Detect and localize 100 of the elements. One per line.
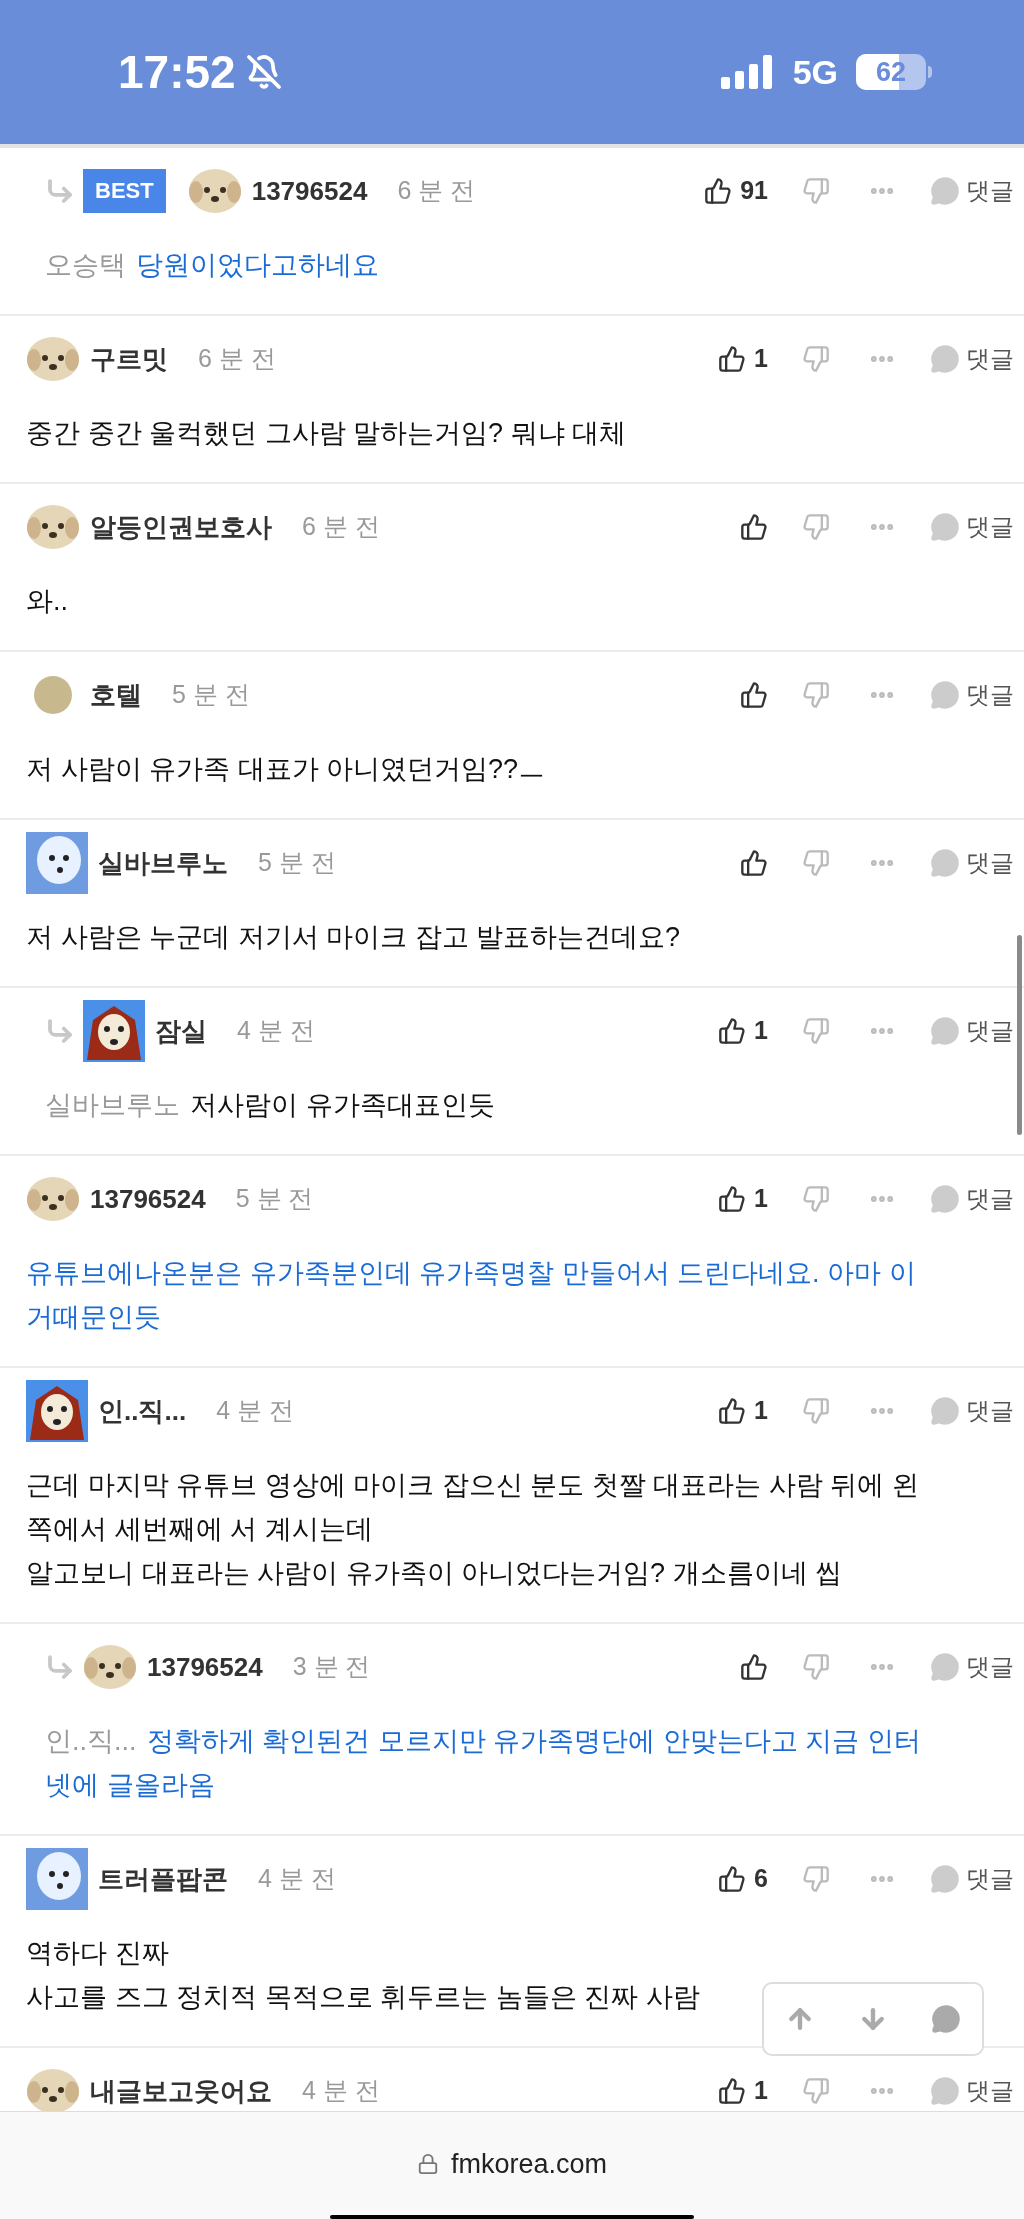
timestamp: 4 분 전	[258, 1863, 336, 1895]
comment-text: 중간 중간 울컥했던 그사람 말하는거임? 뭐냐 대체	[26, 417, 627, 450]
timestamp: 5 분 전	[235, 1183, 314, 1215]
address-bar[interactable]: fmkorea.com	[416, 2144, 607, 2185]
puppy-avatar-icon	[26, 2068, 80, 2111]
reply-button[interactable]: 댓글	[930, 173, 1014, 209]
speech-bubble-icon	[930, 1396, 960, 1426]
dislike-icon[interactable]	[802, 345, 830, 373]
comment-text: 와..	[26, 585, 68, 618]
speech-bubble-icon	[930, 344, 960, 374]
reply-button[interactable]: 댓글	[930, 509, 1014, 545]
dislike-icon[interactable]	[802, 1397, 830, 1425]
username[interactable]: 13796524	[147, 1647, 263, 1687]
reply-button[interactable]: 댓글	[930, 1013, 1014, 1049]
reply-button[interactable]: 댓글	[930, 1393, 1014, 1429]
dislike-icon[interactable]	[802, 1865, 830, 1893]
timestamp: 5 분 전	[172, 679, 250, 711]
timestamp: 6 분 전	[302, 511, 380, 543]
username[interactable]: 잠실	[155, 1011, 207, 1051]
reply-button[interactable]: 댓글	[930, 2073, 1014, 2109]
username[interactable]: 호텔	[90, 675, 142, 715]
thumbs-up-icon	[740, 1653, 768, 1681]
comment-text: 저 사람은 누군데 저기서 마이크 잡고 발표하는건데요?	[26, 921, 681, 954]
battery-indicator: 62	[856, 54, 932, 90]
thumbs-up-icon	[718, 1397, 747, 1425]
like-button[interactable]: 6	[718, 1860, 768, 1898]
thumbs-up-icon	[718, 2077, 747, 2105]
puppy-avatar-icon	[187, 168, 242, 214]
timestamp: 3 분 전	[292, 1651, 371, 1683]
dislike-icon[interactable]	[802, 1185, 830, 1213]
thumbs-up-icon	[740, 849, 768, 877]
like-button[interactable]: 1	[718, 1392, 768, 1430]
timestamp: 6 분 전	[198, 343, 276, 375]
speech-bubble-icon	[930, 176, 960, 206]
comment-text: 저 사람이 유가족 대표가 아니였던거임??ㅡ	[26, 753, 546, 786]
dog-avatar-icon	[26, 832, 88, 894]
like-button[interactable]: 1	[718, 340, 768, 378]
timestamp: 4 분 전	[216, 1395, 294, 1427]
speech-bubble-icon	[930, 848, 960, 878]
timestamp: 6 분 전	[397, 175, 476, 207]
username[interactable]: 내글보고웃어요	[90, 2071, 272, 2111]
dog-avatar-icon	[26, 1848, 88, 1910]
comment-text: 인..직... 정확하게 확인된건 모르지만 유가족명단에 안맞는다고 지금 인터 넷에 글올라옴	[45, 1725, 921, 1802]
username[interactable]: 트러플팝콘	[98, 1859, 228, 1899]
network-label: 5G	[792, 51, 838, 93]
puppy-avatar-icon	[83, 1644, 137, 1690]
speech-bubble-icon	[930, 1184, 960, 1214]
like-button[interactable]: 91	[704, 172, 768, 210]
avatar-icon	[33, 675, 73, 715]
like-button[interactable]	[740, 849, 768, 877]
timestamp: 4 분 전	[237, 1015, 315, 1047]
username[interactable]: 13796524	[251, 171, 368, 211]
clock: 17:52	[118, 44, 236, 100]
timestamp: 4 분 전	[302, 2075, 380, 2107]
dislike-icon[interactable]	[802, 513, 830, 541]
thumbs-up-icon	[740, 513, 768, 541]
username[interactable]: 13796524	[90, 1179, 206, 1219]
thumbs-up-icon	[718, 1185, 747, 1213]
dog-avatar-icon	[83, 1000, 145, 1062]
username[interactable]: 실바브루노	[98, 843, 228, 883]
dislike-icon[interactable]	[802, 1017, 830, 1045]
puppy-avatar-icon	[26, 504, 80, 550]
like-button[interactable]: 1	[718, 2072, 768, 2110]
comment-text: 유튜브에나온분은 유가족분인데 유가족명찰 만들어서 드린다네요. 아마 이 거때문인듯	[26, 1257, 916, 1334]
puppy-avatar-icon	[26, 1176, 80, 1222]
thumbs-up-icon	[704, 177, 733, 205]
speech-bubble-icon	[930, 512, 960, 542]
best-badge: BEST	[83, 169, 166, 213]
username[interactable]: 구르밋	[90, 339, 168, 379]
speech-bubble-icon	[930, 2076, 960, 2106]
comment-text: 역하다 진짜 사고를 즈그 정치적 목적으로 휘두르는 놈들은 진짜 사람	[26, 1937, 700, 2014]
reply-button[interactable]: 댓글	[930, 1861, 1014, 1897]
thumbs-up-icon	[718, 345, 747, 373]
like-button[interactable]	[740, 1653, 768, 1681]
reply-button[interactable]: 댓글	[930, 677, 1014, 713]
reply-button[interactable]: 댓글	[930, 845, 1014, 881]
reply-button[interactable]: 댓글	[930, 1649, 1014, 1685]
speech-bubble-icon	[930, 1652, 960, 1682]
dislike-icon[interactable]	[802, 177, 830, 205]
speech-bubble-icon	[930, 1016, 960, 1046]
like-button[interactable]: 1	[718, 1012, 768, 1050]
puppy-avatar-icon	[26, 336, 80, 382]
like-button[interactable]	[740, 681, 768, 709]
comment-text: 근데 마지막 유튜브 영상에 마이크 잡으신 분도 첫짤 대표라는 사람 뒤에 왼 쪽에서 세번째에 서 계시는데 알고보니 대표라는 사람이 유가족이 아니었다는거임? 개소름이네 씹	[26, 1469, 919, 1590]
username[interactable]: 알등인권보호사	[90, 507, 272, 547]
comment-text: 실바브루노 저사람이 유가족대표인듯	[45, 1089, 495, 1122]
timestamp: 5 분 전	[258, 847, 336, 879]
dislike-icon[interactable]	[802, 849, 830, 877]
dislike-icon[interactable]	[802, 2077, 830, 2105]
username[interactable]: 인..직...	[98, 1391, 187, 1431]
speech-bubble-icon	[930, 1864, 960, 1894]
thumbs-up-icon	[718, 1865, 747, 1893]
like-button[interactable]: 1	[718, 1180, 768, 1218]
comment-icon[interactable]	[930, 2004, 961, 2034]
reply-button[interactable]: 댓글	[930, 1181, 1014, 1217]
dislike-icon[interactable]	[802, 681, 830, 709]
dislike-icon[interactable]	[802, 1653, 830, 1681]
like-button[interactable]	[740, 513, 768, 541]
reply-button[interactable]: 댓글	[930, 341, 1014, 377]
thumbs-up-icon	[718, 1017, 747, 1045]
